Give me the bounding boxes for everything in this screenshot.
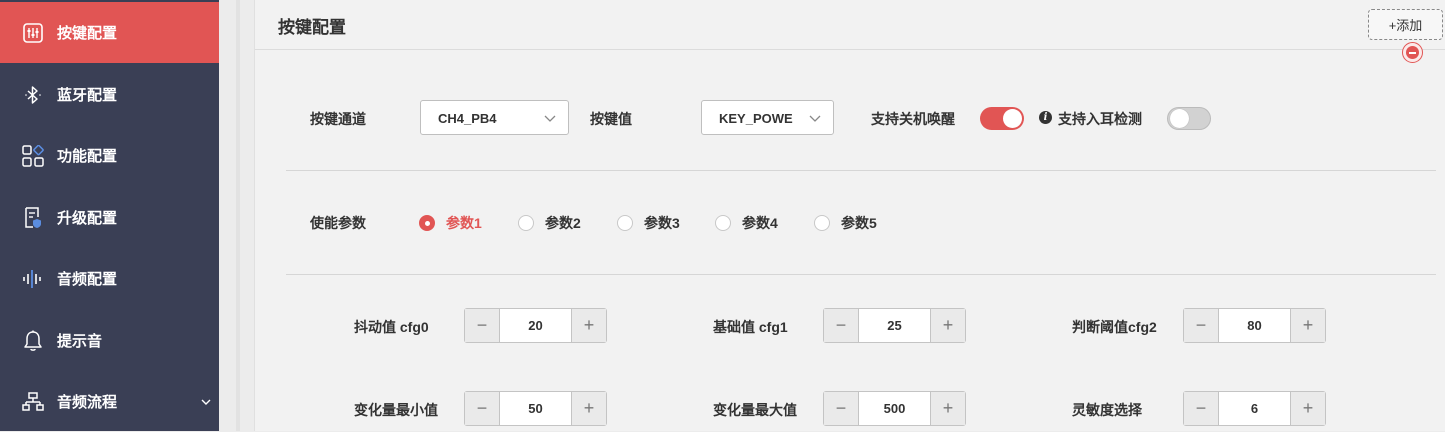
increment-button[interactable]: + <box>571 309 606 342</box>
sidebar-item-label: 音频流程 <box>57 394 118 411</box>
sidebar-item-label: 提示音 <box>57 333 103 350</box>
delta-max-value[interactable]: 500 <box>859 392 930 425</box>
key-value-label: 按键值 <box>590 111 632 127</box>
sidebar-item-label: 升级配置 <box>57 210 118 227</box>
sidebar-item-label: 按键配置 <box>57 25 118 42</box>
sidebar-item-audio-flow[interactable]: 音频流程 <box>0 371 219 432</box>
threshold-value[interactable]: 80 <box>1219 309 1290 342</box>
sensitivity-label: 灵敏度选择 <box>1072 402 1142 418</box>
add-button[interactable]: +添加 <box>1368 9 1443 40</box>
base-stepper[interactable]: − 25 + <box>823 308 966 343</box>
delta-min-stepper[interactable]: − 50 + <box>464 391 607 426</box>
decrement-button[interactable]: − <box>1184 309 1219 342</box>
threshold-stepper[interactable]: − 80 + <box>1183 308 1326 343</box>
sidebar-item-upgrade-config[interactable]: 升级配置 <box>0 187 219 248</box>
key-channel-value: CH4_PB4 <box>438 111 497 126</box>
key-value-value: KEY_POWE <box>719 111 793 126</box>
sidebar-item-key-config[interactable]: 按键配置 <box>0 2 219 63</box>
delta-max-stepper[interactable]: − 500 + <box>823 391 966 426</box>
debounce-stepper[interactable]: − 20 + <box>464 308 607 343</box>
flowchart-icon <box>22 391 44 413</box>
increment-button[interactable]: + <box>1290 309 1325 342</box>
decrement-button[interactable]: − <box>465 309 500 342</box>
debounce-label: 抖动值 cfg0 <box>354 319 429 335</box>
delta-max-label: 变化量最大值 <box>713 402 797 418</box>
params-label: 使能参数 <box>310 215 366 231</box>
param-radio-3[interactable]: 参数3 <box>617 213 680 233</box>
sensitivity-value[interactable]: 6 <box>1219 392 1290 425</box>
sidebar-item-audio-config[interactable]: 音频配置 <box>0 248 219 309</box>
divider <box>286 170 1436 171</box>
key-value-select[interactable]: KEY_POWE <box>701 100 834 135</box>
ear-detect-toggle[interactable] <box>1167 107 1211 130</box>
increment-button[interactable]: + <box>930 392 965 425</box>
scroll-track[interactable] <box>236 0 240 431</box>
increment-button[interactable]: + <box>1290 392 1325 425</box>
param-radio-1[interactable]: 参数1 <box>419 213 482 233</box>
base-label: 基础值 cfg1 <box>713 319 788 335</box>
sidebar-item-prompt-tone[interactable]: 提示音 <box>0 310 219 371</box>
decrement-button[interactable]: − <box>465 392 500 425</box>
debounce-value[interactable]: 20 <box>500 309 571 342</box>
decrement-button[interactable]: − <box>824 392 859 425</box>
info-icon[interactable]: i <box>1039 111 1052 124</box>
grid-icon <box>22 144 44 167</box>
bluetooth-icon <box>22 84 44 106</box>
wake-label: 支持关机唤醒 <box>871 111 955 127</box>
key-channel-label: 按键通道 <box>310 111 366 127</box>
sidebar: 按键配置 蓝牙配置 功能配置 升级配置 音频配置 提示音 音频流程 <box>0 0 219 431</box>
audio-wave-icon <box>22 268 44 290</box>
document-shield-icon <box>22 206 44 229</box>
increment-button[interactable]: + <box>571 392 606 425</box>
sensitivity-stepper[interactable]: − 6 + <box>1183 391 1326 426</box>
sidebar-item-function-config[interactable]: 功能配置 <box>0 125 219 186</box>
increment-button[interactable]: + <box>930 309 965 342</box>
base-value[interactable]: 25 <box>859 309 930 342</box>
chevron-down-icon <box>809 115 821 122</box>
sidebar-item-label: 功能配置 <box>57 148 118 165</box>
panel-title: 按键配置 <box>278 18 346 37</box>
divider <box>286 274 1436 275</box>
param-radio-5[interactable]: 参数5 <box>814 213 877 233</box>
key-channel-select[interactable]: CH4_PB4 <box>420 100 569 135</box>
chevron-down-icon[interactable] <box>199 395 213 409</box>
param-radio-4[interactable]: 参数4 <box>715 213 778 233</box>
sliders-icon <box>22 22 44 44</box>
remove-icon[interactable] <box>1402 42 1423 63</box>
param-radio-2[interactable]: 参数2 <box>518 213 581 233</box>
ear-detect-label: 支持入耳检测 <box>1058 111 1142 127</box>
wake-toggle[interactable] <box>980 107 1024 130</box>
delta-min-value[interactable]: 50 <box>500 392 571 425</box>
sidebar-item-bluetooth-config[interactable]: 蓝牙配置 <box>0 64 219 125</box>
bell-icon <box>22 330 44 352</box>
delta-min-label: 变化量最小值 <box>354 402 438 418</box>
decrement-button[interactable]: − <box>1184 392 1219 425</box>
sidebar-item-label: 音频配置 <box>57 271 118 288</box>
key-config-panel: 按键配置 +添加 按键通道 CH4_PB4 按键值 KEY_POWE 支持关机唤… <box>254 0 1445 431</box>
panel-header: 按键配置 +添加 <box>255 0 1445 50</box>
threshold-label: 判断阈值cfg2 <box>1072 319 1157 335</box>
decrement-button[interactable]: − <box>824 309 859 342</box>
sidebar-item-label: 蓝牙配置 <box>57 87 118 104</box>
chevron-down-icon <box>544 115 556 122</box>
